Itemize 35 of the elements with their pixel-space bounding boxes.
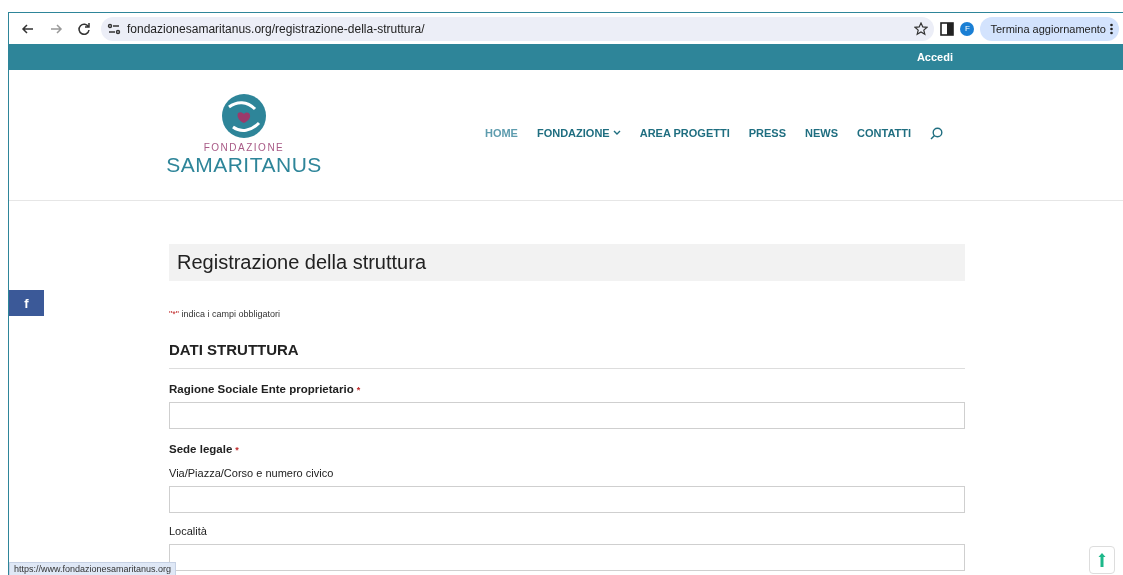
star-icon[interactable] (914, 21, 929, 36)
facebook-button[interactable]: f (9, 290, 44, 316)
site-settings-icon[interactable] (107, 21, 121, 36)
required-asterisk: * (356, 385, 361, 395)
side-panel-icon[interactable] (940, 21, 955, 36)
field-label: Località (169, 525, 208, 537)
profile-avatar[interactable]: F (960, 21, 975, 36)
url-text: fondazionesamaritanus.org/registrazione-della-struttura/ (127, 21, 426, 36)
address-bar[interactable]: fondazionesamaritanus.org/registrazione-della-struttura/ (101, 16, 935, 41)
field-label: Ragione Sociale Ente proprietario * (169, 383, 362, 395)
search-icon[interactable] (930, 126, 943, 140)
status-url: https://www.fondazionesamaritanus.org (9, 562, 177, 575)
input-field[interactable] (169, 486, 965, 513)
logo-subtitle: FONDAZIONE (203, 142, 285, 153)
arrow-up-icon (1098, 552, 1106, 568)
nav-link[interactable]: NEWS (805, 127, 839, 139)
logo-icon (221, 93, 267, 139)
more-icon[interactable] (1110, 22, 1113, 35)
logo-title: SAMARITANUS (166, 153, 322, 177)
update-button[interactable]: Termina aggiornamento (980, 16, 1119, 41)
nav-link[interactable]: HOME (484, 127, 518, 139)
nav-link[interactable]: CONTATTI (857, 127, 911, 139)
field-label: Via/Piazza/Corso e numero civico (169, 467, 335, 479)
field-label: Sede legale * (169, 443, 240, 455)
input-field[interactable] (169, 544, 965, 571)
login-link[interactable]: Accedi (916, 51, 953, 63)
nav-link[interactable]: FONDAZIONE (536, 127, 621, 139)
nav-link[interactable]: PRESS (748, 127, 787, 139)
required-note: "*" indica i campi obbligatori (169, 309, 281, 319)
page-title: Registrazione della struttura (177, 251, 426, 274)
section-title: DATI STRUTTURA (169, 341, 965, 369)
nav-link[interactable]: AREA PROGETTI (639, 127, 730, 139)
required-asterisk: * (235, 445, 239, 455)
scroll-up-button[interactable] (1089, 546, 1115, 574)
input-field[interactable] (169, 402, 965, 429)
